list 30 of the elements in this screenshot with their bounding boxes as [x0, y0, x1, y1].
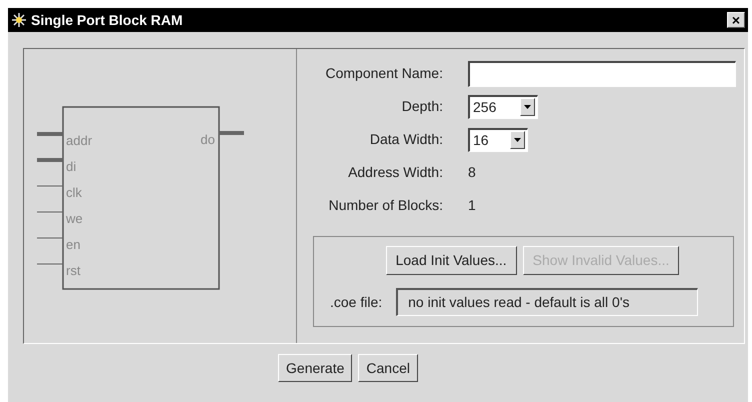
coe-file-field: no init values read - default is all 0's: [396, 288, 698, 316]
pin-label: we: [66, 211, 83, 226]
caret-icon: [524, 105, 531, 109]
pin-label: rst: [66, 263, 80, 278]
pin-label: do: [200, 132, 215, 147]
field-label: Number of Blocks:: [328, 196, 443, 215]
pin-label: di: [66, 159, 76, 174]
cancel-button[interactable]: Cancel: [358, 354, 418, 382]
coe-file-label: .coe file:: [330, 292, 382, 312]
pin-label: clk: [66, 185, 82, 200]
pin-label: en: [66, 237, 80, 252]
window-title: Single Port Block RAM: [31, 10, 184, 30]
field-label: Depth:: [400, 97, 443, 116]
load-values-button[interactable]: Load Init Values...: [386, 246, 517, 275]
generate-button[interactable]: Generate: [278, 354, 352, 382]
spark-icon: [11, 12, 27, 28]
caret-icon: [514, 138, 521, 142]
pin-label: addr: [66, 133, 92, 148]
bus-line: [219, 131, 244, 135]
field-label: Component Name:: [324, 64, 443, 83]
bus-line: [37, 132, 63, 136]
dropdown[interactable]: 256: [468, 94, 538, 118]
field-value: 1: [468, 196, 476, 215]
bus-line: [37, 158, 63, 162]
field-label: Data Width:: [368, 130, 443, 149]
close-button[interactable]: ×: [727, 12, 745, 28]
field-value: 8: [468, 163, 476, 182]
component-name-field[interactable]: [468, 60, 736, 86]
field-label: Address Width:: [347, 163, 443, 182]
dropdown[interactable]: 16: [468, 128, 528, 152]
